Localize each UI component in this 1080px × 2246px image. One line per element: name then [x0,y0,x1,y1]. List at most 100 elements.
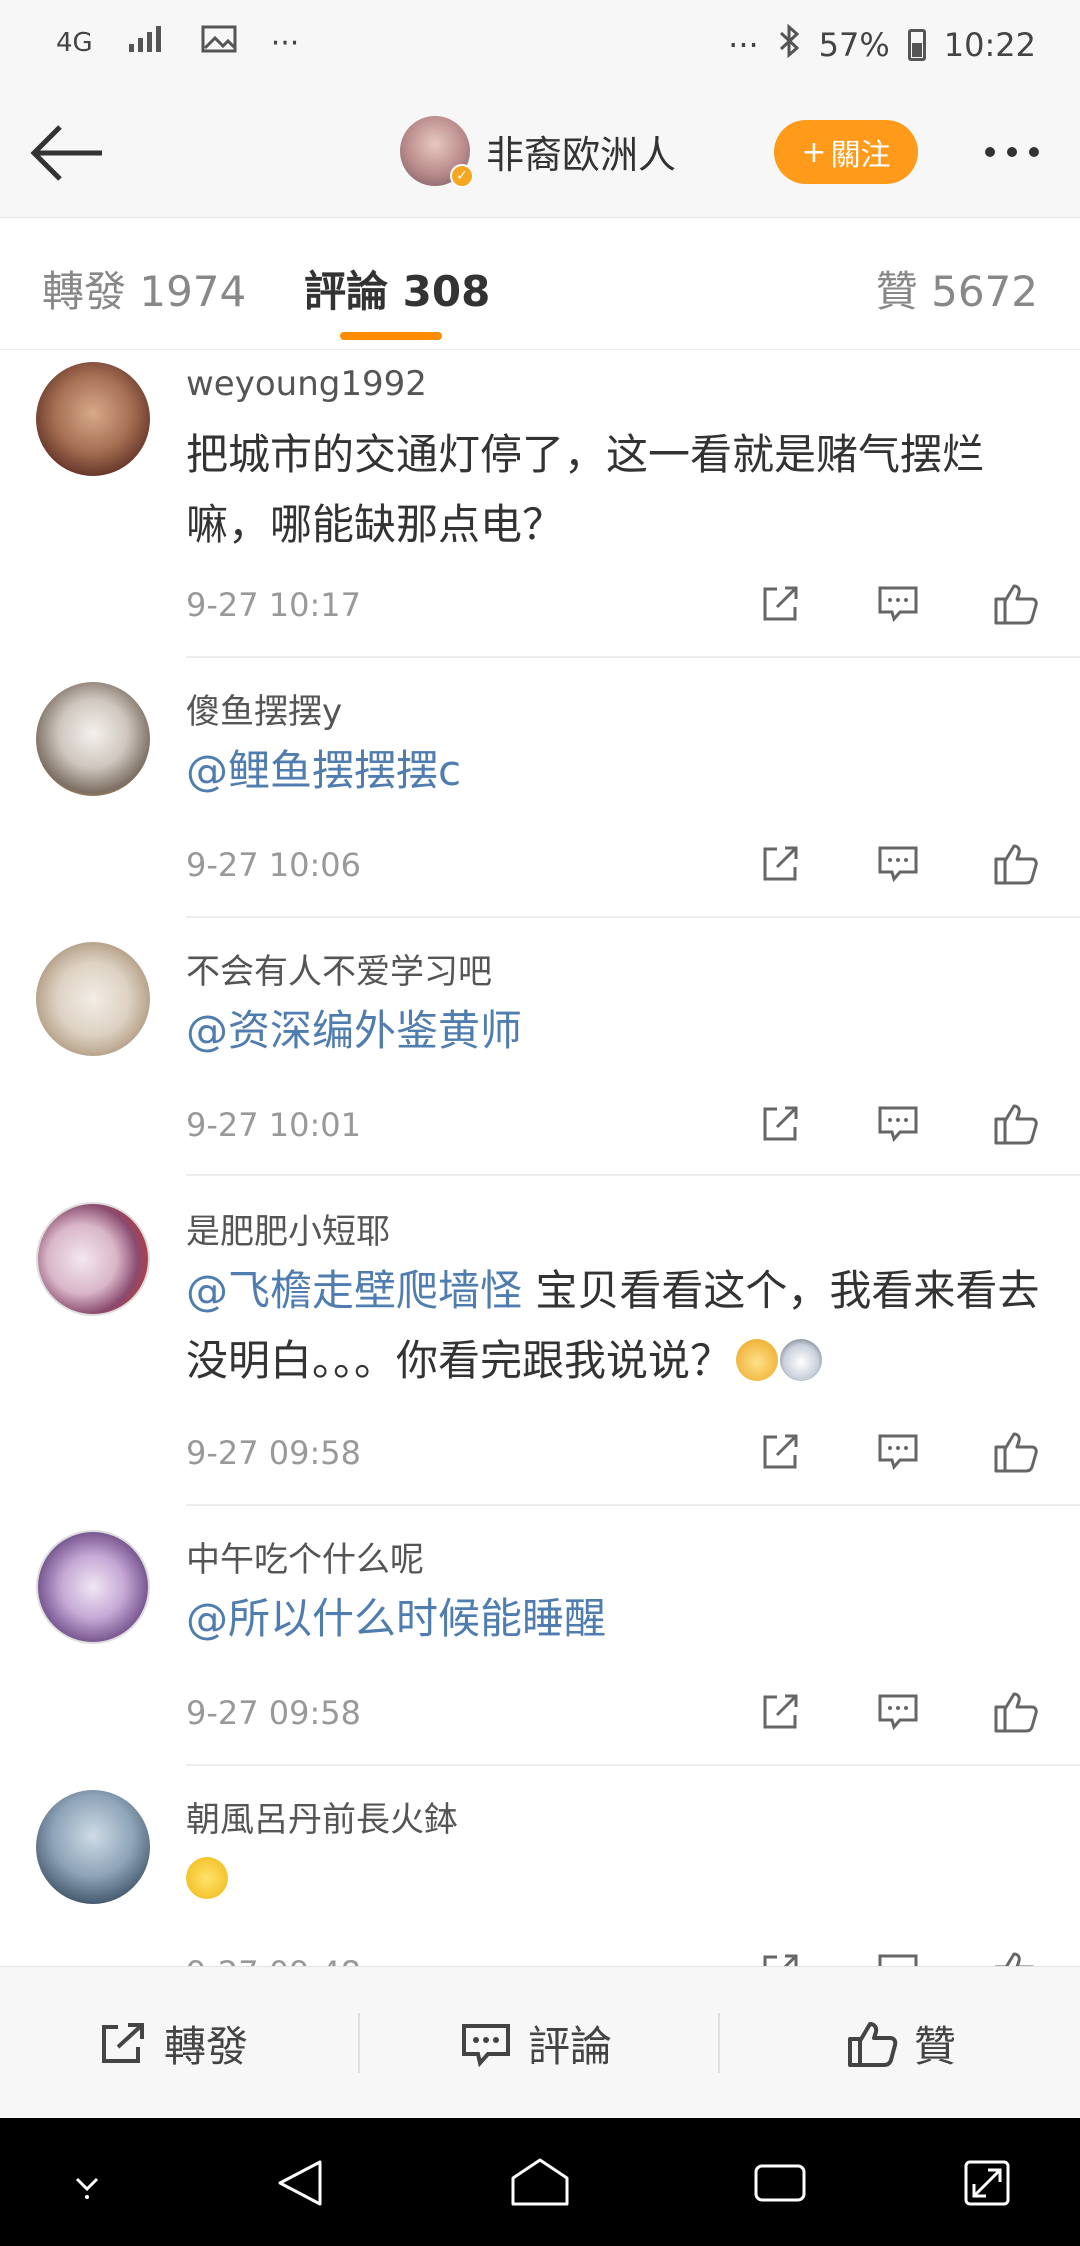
comment-username[interactable]: 朝風呂丹前長火鉢 [186,1792,458,1841]
repost-label: 轉發 [164,2022,249,2071]
signal-icon [127,24,167,62]
status-bar: 4G ··· ··· 57% 10:22 [0,0,1080,92]
verified-icon: ✓ [450,164,474,188]
comment-actions [756,580,1040,628]
more-icon-dot [985,147,995,157]
bluetooth-icon [777,23,801,66]
comment-icon[interactable] [874,1428,922,1476]
list-item: 朝風呂丹前長火鉢 9-27 09:48 [0,1766,1080,1966]
nav-recents-button[interactable] [745,2148,815,2218]
like-icon[interactable] [992,580,1040,628]
avatar[interactable] [36,942,150,1056]
comment-actions [756,840,1040,888]
list-item: 不会有人不爱学习吧 @资深编外鉴黄师 9-27 10:01 [0,918,1080,1176]
mention-link[interactable]: @鲤鱼摆摆摆c [186,746,461,795]
comment-icon[interactable] [874,580,922,628]
comment-text: @资深编外鉴黄师 [186,996,1046,1066]
repost-icon[interactable] [756,580,804,628]
status-right: ··· 57% 10:22 [728,23,1036,66]
comment-text [186,1844,1046,1914]
comment-list[interactable]: weyoung1992 把城市的交通灯停了，这一看就是赌气摆烂嘛，哪能缺那点电？… [0,350,1080,1966]
profile-link[interactable]: ✓ 非裔欧洲人 [400,116,677,188]
repost-icon [102,2022,144,2063]
comment-actions [756,1948,1040,1966]
like-icon[interactable] [992,1100,1040,1148]
mention-link[interactable]: @飞檐走壁爬墙怪 [186,1266,522,1315]
list-item: 中午吃个什么呢 @所以什么时候能睡醒 9-27 09:58 [0,1506,1080,1766]
nav-expand-button[interactable] [952,2148,1022,2218]
battery-icon [907,29,926,61]
avatar[interactable] [36,1202,150,1316]
list-item: weyoung1992 把城市的交通灯停了，这一看就是赌气摆烂嘛，哪能缺那点电？… [0,350,1080,658]
repost-icon[interactable] [756,1688,804,1736]
divider [718,2013,720,2073]
tab-bar: 轉發 1974 評論 308 贊 5672 [0,218,1080,350]
back-button[interactable] [28,118,108,188]
comment-actions [756,1688,1040,1736]
comment-icon[interactable] [874,840,922,888]
avatar[interactable] [36,1530,150,1644]
comment-username[interactable]: 不会有人不爱学习吧 [186,944,492,993]
battery-percent: 57% [818,26,890,64]
active-tab-indicator [340,332,442,340]
follow-button[interactable]: + 關注 [774,120,918,184]
divider [358,2013,360,2073]
plus-icon: + [801,134,827,170]
avatar[interactable] [36,1790,150,1904]
back-arrow-icon [30,125,102,181]
repost-icon[interactable] [756,1428,804,1476]
husky-emoji-icon [780,1339,823,1381]
list-item: 是肥肥小短耶 @飞檐走壁爬墙怪 宝贝看看这个，我看来看去没明白。。。你看完跟我说… [0,1176,1080,1506]
repost-button[interactable]: 轉發 [98,2013,248,2074]
like-label: 贊 [914,2022,957,2071]
comment-username[interactable]: 傻鱼摆摆y [186,684,342,733]
like-button[interactable]: 贊 [846,2013,956,2074]
more-button[interactable] [972,132,1052,172]
avatar[interactable] [36,362,150,476]
avatar[interactable]: ✓ [400,116,474,188]
repost-icon[interactable] [756,1100,804,1148]
home-icon [511,2158,569,2206]
avatar[interactable] [36,682,150,796]
nav-hide-button[interactable] [52,2148,122,2218]
image-icon [201,24,237,62]
comment-time: 9-27 10:17 [186,586,362,624]
nav-back-button[interactable] [266,2148,336,2218]
repost-icon[interactable] [756,840,804,888]
repost-icon[interactable] [756,1948,804,1966]
comment-text: @鲤鱼摆摆摆c [186,736,1046,806]
comment-actions [756,1428,1040,1476]
comment-icon[interactable] [874,1688,922,1736]
comment-username[interactable]: weyoung1992 [186,364,427,404]
comment-time: 9-27 09:58 [186,1434,362,1472]
like-icon[interactable] [992,1688,1040,1736]
comment-icon[interactable] [874,1100,922,1148]
tab-comments[interactable]: 評論 308 [304,258,490,319]
doge-emoji-icon [736,1339,779,1381]
comment-icon[interactable] [874,1948,922,1966]
list-item: 傻鱼摆摆y @鲤鱼摆摆摆c 9-27 10:06 [0,658,1080,918]
nav-back-icon [278,2160,322,2206]
follow-label: 關注 [830,138,891,173]
comment-time: 9-27 09:48 [186,1954,361,1966]
bottom-action-bar: 轉發 評論 贊 [0,1966,1080,2118]
expand-icon [964,2160,1010,2206]
more-icon-dot [1029,147,1039,157]
comment-button[interactable]: 評論 [460,2013,612,2074]
comment-username[interactable]: 中午吃个什么呢 [186,1532,424,1581]
comment-time: 9-27 10:06 [186,846,362,884]
mention-link[interactable]: @资深编外鉴黄师 [186,1006,522,1055]
mention-link[interactable]: @所以什么时候能睡醒 [186,1594,606,1643]
nav-home-button[interactable] [505,2148,575,2218]
like-icon[interactable] [992,840,1040,888]
tab-reposts[interactable]: 轉發 1974 [42,258,246,319]
comment-icon [462,2023,510,2067]
tab-likes[interactable]: 贊 5672 [876,258,1038,319]
app-header: ✓ 非裔欧洲人 + 關注 [0,92,1080,218]
network-label: 4G [56,28,93,58]
comment-label: 評論 [528,2022,613,2071]
like-icon[interactable] [992,1948,1040,1966]
comment-username[interactable]: 是肥肥小短耶 [186,1204,390,1253]
profile-name: 非裔欧洲人 [486,132,677,177]
like-icon[interactable] [992,1428,1040,1476]
